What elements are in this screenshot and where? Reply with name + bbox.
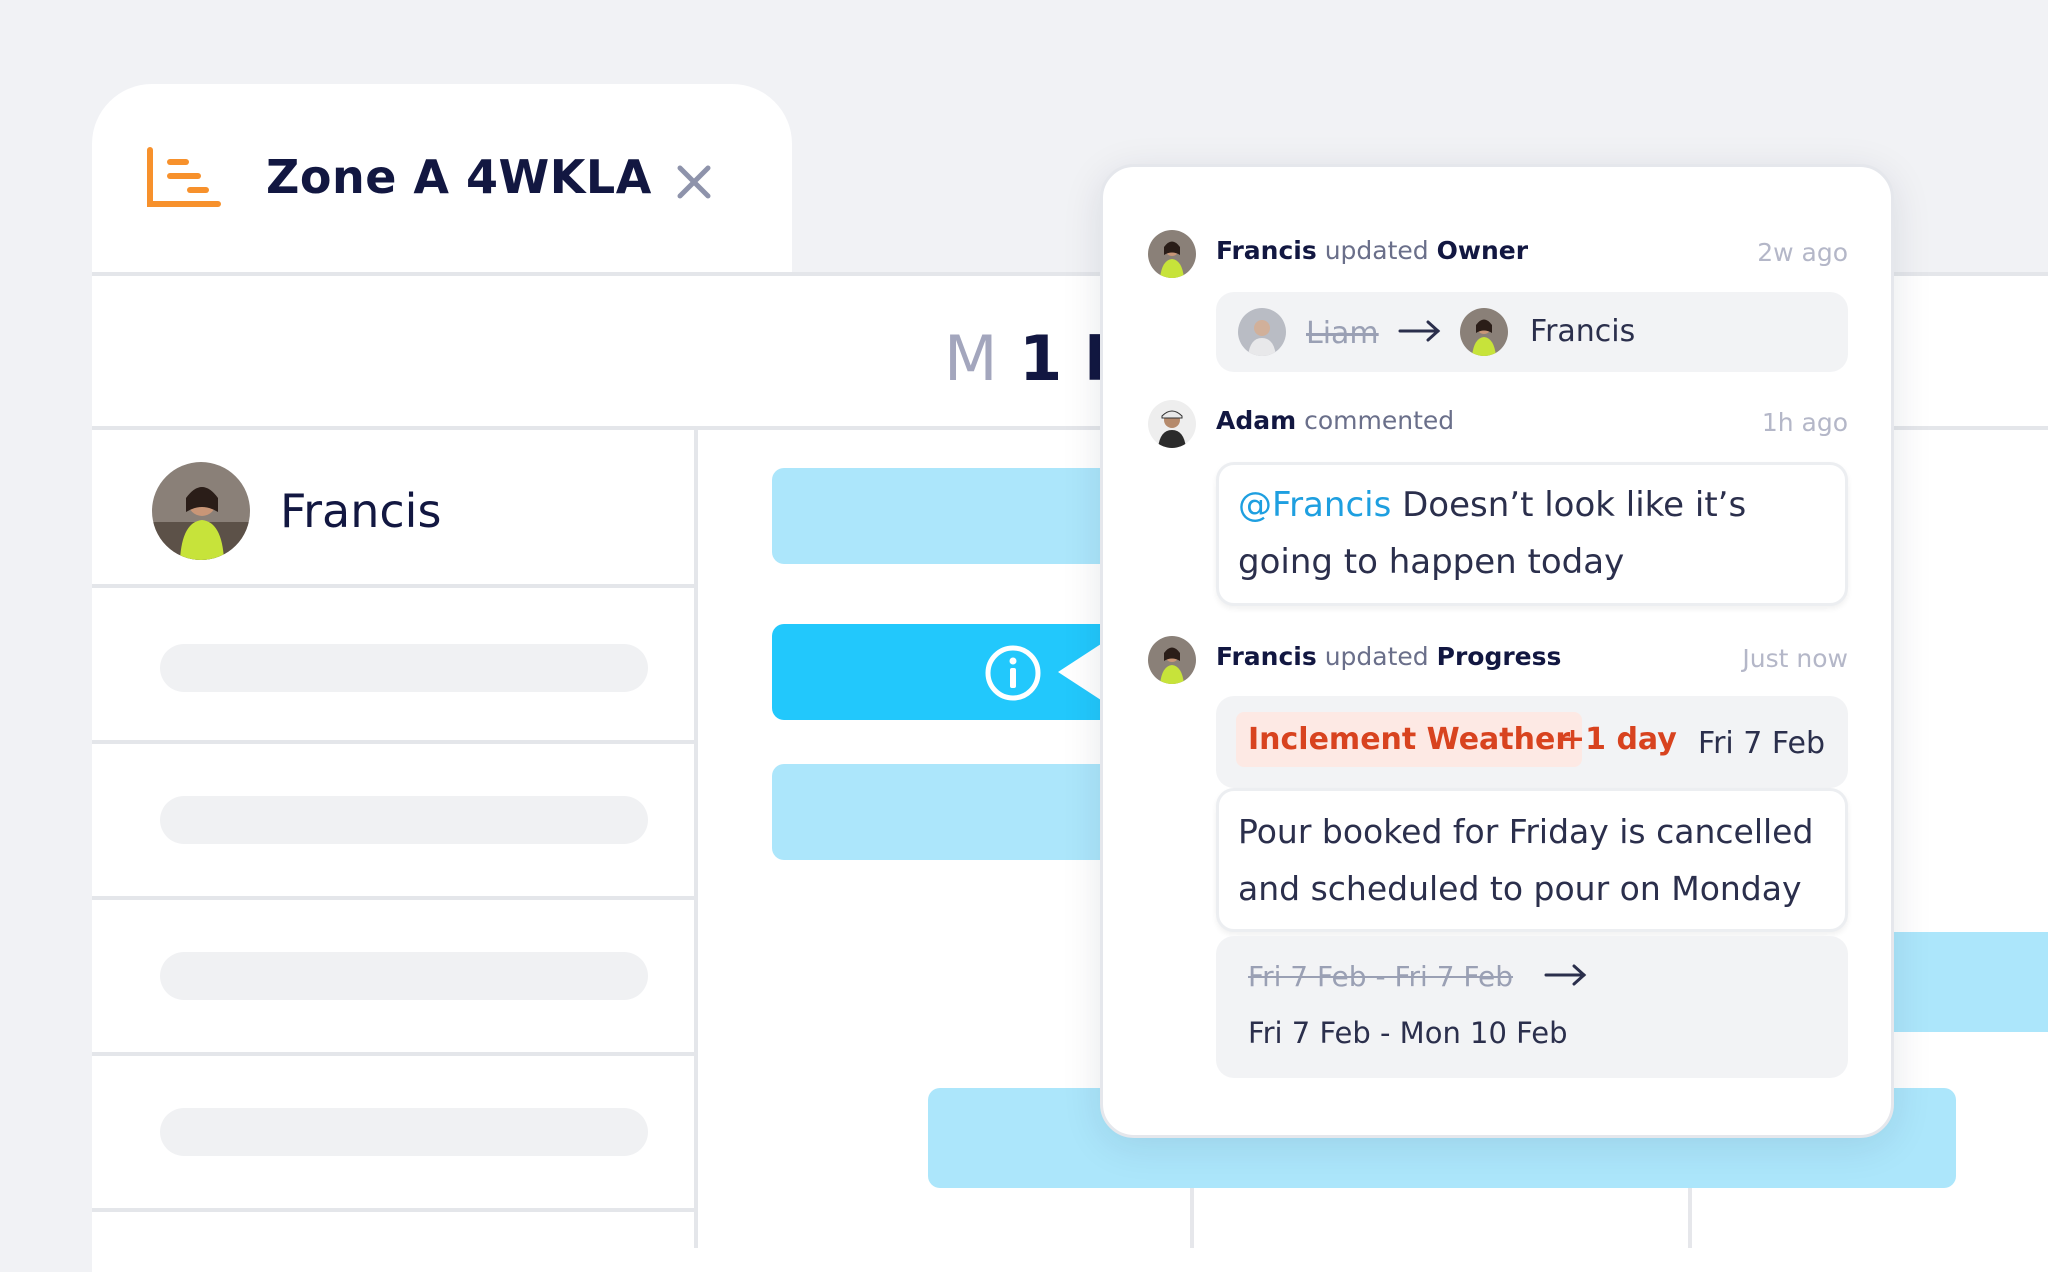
close-icon[interactable] — [674, 162, 714, 202]
arrow-right-icon — [1544, 964, 1587, 986]
avatar — [1148, 400, 1196, 448]
arrow-right-icon — [1398, 320, 1441, 342]
event-title: Francis updated Progress — [1216, 642, 1561, 671]
event-user: Adam — [1216, 406, 1297, 435]
owner-name: Francis — [280, 484, 442, 538]
tab-title: Zone A 4WKLA — [266, 150, 652, 204]
grid-line — [1688, 1180, 1692, 1248]
comment-text: @Francis Doesn’t look like it’s going to… — [1238, 477, 1838, 591]
placeholder-row — [160, 1108, 648, 1156]
avatar — [1238, 308, 1286, 356]
event-action: updated — [1324, 236, 1429, 265]
event-time: 1h ago — [1761, 408, 1848, 437]
placeholder-row — [160, 952, 648, 1000]
new-date-range: Fri 7 Feb - Mon 10 Feb — [1248, 1016, 1568, 1050]
placeholder-row — [160, 796, 648, 844]
comment-line-2: going to happen today — [1238, 542, 1625, 582]
new-owner: Francis — [1530, 314, 1636, 349]
zone-list-icon — [147, 147, 221, 207]
event-time: Just now — [1742, 644, 1848, 673]
event-action: updated — [1324, 642, 1429, 671]
row-divider — [92, 584, 698, 588]
event-time: 2w ago — [1757, 238, 1848, 267]
task-bar[interactable] — [772, 764, 1152, 860]
info-icon[interactable] — [984, 644, 1042, 702]
delay-label: +1 day — [1560, 722, 1677, 757]
avatar — [1460, 308, 1508, 356]
event-user: Francis — [1216, 236, 1317, 265]
grid-line — [1190, 1180, 1194, 1248]
reason-badge: Inclement Weather — [1236, 712, 1583, 767]
avatar — [1148, 636, 1196, 684]
comment-line-1: Doesn’t look like it’s — [1391, 485, 1747, 525]
event-action: commented — [1304, 406, 1455, 435]
mention[interactable]: @Francis — [1238, 485, 1391, 525]
event-title: Francis updated Owner — [1216, 236, 1528, 265]
row-divider — [92, 896, 698, 900]
note-text: Pour booked for Friday is cancelled and … — [1238, 803, 1846, 917]
avatar — [152, 462, 250, 560]
popover-pointer — [1058, 642, 1104, 702]
row-divider — [92, 1052, 698, 1056]
note-line-2: and scheduled to pour on Monday — [1238, 869, 1802, 908]
date-prefix: M — [944, 322, 998, 395]
old-date-range: Fri 7 Feb - Fri 7 Feb — [1248, 960, 1514, 993]
row-divider — [92, 1208, 698, 1212]
avatar — [1148, 230, 1196, 278]
progress-date: Fri 7 Feb — [1698, 726, 1826, 761]
row-divider — [92, 740, 698, 744]
note-line-1: Pour booked for Friday is cancelled — [1238, 812, 1814, 851]
event-field: Progress — [1436, 642, 1562, 671]
event-field: Owner — [1436, 236, 1529, 265]
task-bar[interactable] — [772, 468, 1152, 564]
event-title: Adam commented — [1216, 406, 1454, 435]
placeholder-row — [160, 644, 648, 692]
event-user: Francis — [1216, 642, 1317, 671]
old-owner: Liam — [1306, 316, 1379, 351]
date-change-box — [1216, 936, 1848, 1078]
